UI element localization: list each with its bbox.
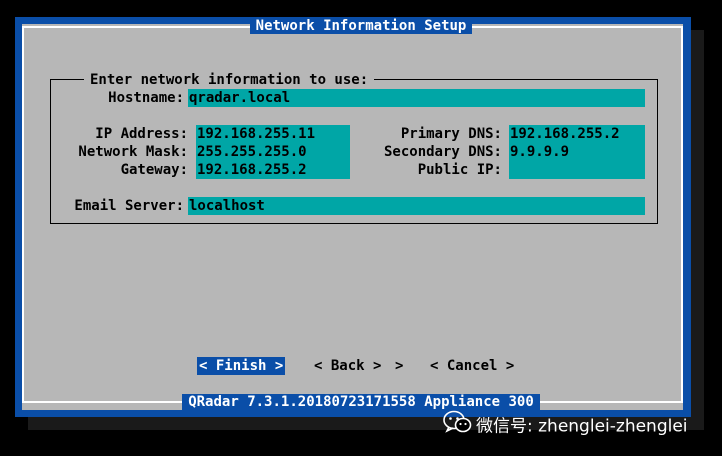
network-mask-label: Network Mask: [78,144,188,160]
footer-version: QRadar 7.3.1.20180723171558 Appliance 30… [182,394,540,410]
watermark-text: 微信号: zhenglei-zhenglei [476,416,688,437]
primary-dns-label: Primary DNS: [400,126,502,142]
back-button[interactable]: < Back > [314,357,381,375]
email-server-label: Email Server: [74,198,184,214]
hostname-label: Hostname: [108,90,184,106]
network-mask-field[interactable]: 255.255.255.0 [196,143,350,161]
dialog-title-bar: Network Information Setup [0,17,722,35]
group-label: Enter network information to use: [84,72,375,88]
public-ip-label: Public IP: [417,162,502,178]
secondary-dns-field[interactable]: 9.9.9.9 [509,143,645,161]
dialog-border-left [22,26,24,403]
public-ip-field[interactable] [509,161,645,179]
dialog-border-right [681,26,683,403]
terminal-screen: Network Information Setup Enter network … [0,0,722,456]
primary-dns-field[interactable]: 192.168.255.2 [509,125,645,143]
secondary-dns-label: Secondary DNS: [383,144,502,160]
email-server-field[interactable]: localhost [188,197,645,215]
hostname-field[interactable]: qradar.local [188,89,645,107]
ip-address-label: IP Address: [95,126,188,142]
ip-address-field[interactable]: 192.168.255.11 [196,125,350,143]
wechat-icon [442,409,472,444]
gateway-field[interactable]: 192.168.255.2 [196,161,350,179]
next-arrow: > [395,358,404,374]
dialog-title: Network Information Setup [249,18,473,34]
cancel-button[interactable]: < Cancel > [430,357,514,375]
watermark: 微信号: zhenglei-zhenglei [442,409,688,437]
finish-button[interactable]: < Finish > [197,357,286,375]
gateway-label: Gateway: [120,162,188,178]
